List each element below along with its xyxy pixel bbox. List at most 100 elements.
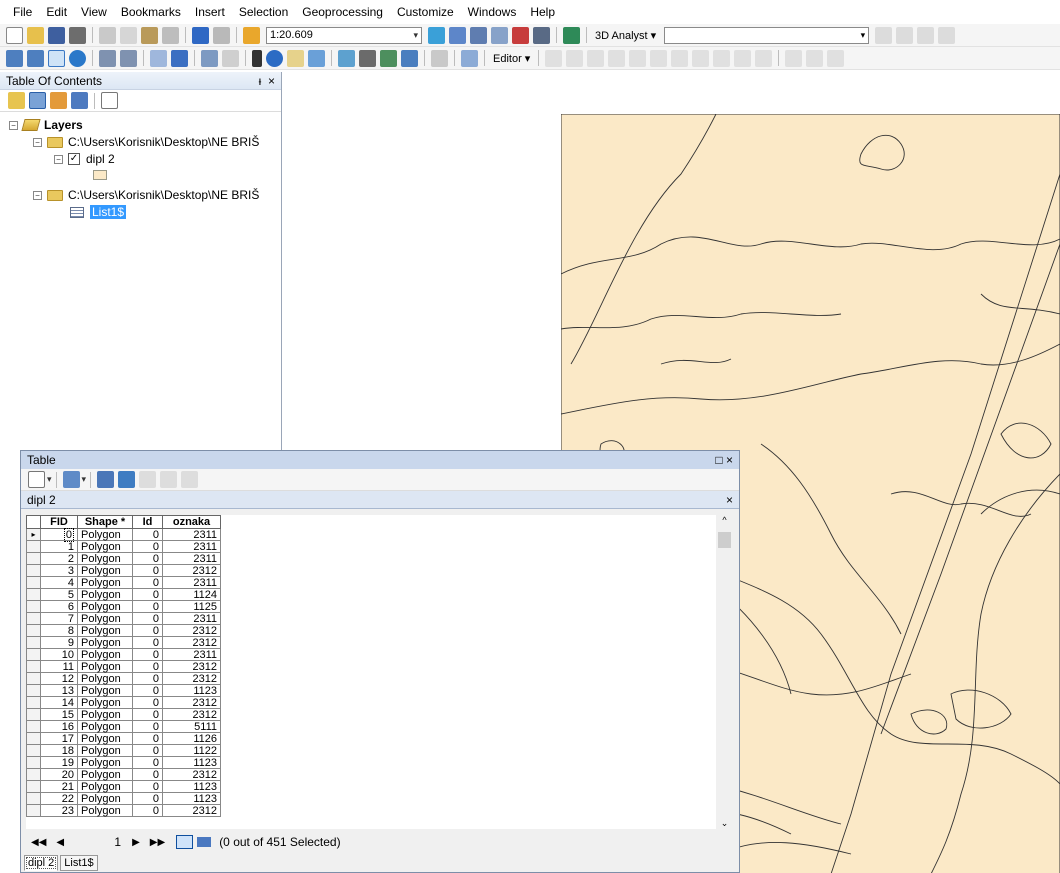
current-record-number[interactable]: 1 [69,835,121,849]
table-row[interactable]: 12 Polygon 0 2312 [26,672,221,685]
list-by-selection-icon[interactable] [71,92,88,109]
oznaka-cell[interactable]: 2312 [162,672,221,685]
menu-item-windows[interactable]: Windows [461,0,524,24]
shape-cell[interactable]: Polygon [77,552,133,565]
menu-item-bookmarks[interactable]: Bookmarks [114,0,188,24]
editor-toolbar-icon[interactable] [428,26,445,44]
fid-cell[interactable]: 12 [40,672,78,685]
row-selector[interactable] [26,588,41,601]
table-row[interactable]: 5 Polygon 0 1124 [26,588,221,601]
table-row[interactable]: 10 Polygon 0 2311 [26,648,221,661]
table-row[interactable]: 3 Polygon 0 2312 [26,564,221,577]
oznaka-cell[interactable]: 1123 [162,684,221,697]
undo-icon[interactable] [192,26,209,44]
oznaka-cell[interactable]: 1125 [162,600,221,613]
id-cell[interactable]: 0 [132,600,163,613]
menu-item-geoprocessing[interactable]: Geoprocessing [295,0,390,24]
shape-cell[interactable]: Polygon [77,804,133,817]
show-all-records-icon[interactable] [176,835,194,849]
id-cell[interactable]: 0 [132,696,163,709]
oznaka-cell[interactable]: 2312 [162,624,221,637]
oznaka-cell[interactable]: 2312 [162,564,221,577]
create-viewer-window-icon[interactable] [461,49,478,67]
id-cell[interactable]: 0 [132,648,163,661]
layer-visibility-checkbox[interactable]: ✓ [68,153,80,165]
table-node-list1[interactable]: List1$ [70,205,127,219]
id-cell[interactable]: 0 [132,756,163,769]
row-selector[interactable] [26,576,41,589]
table-row[interactable]: 14 Polygon 0 2312 [26,696,221,709]
oznaka-cell[interactable]: 2311 [162,528,221,541]
fid-cell[interactable]: 3 [40,564,78,577]
shape-cell[interactable]: Polygon [77,672,133,685]
forward-extent-icon[interactable] [171,49,188,67]
menu-item-edit[interactable]: Edit [39,0,74,24]
catalog-icon[interactable] [470,26,487,44]
table-row[interactable]: 17 Polygon 0 1126 [26,732,221,745]
table-of-contents-icon[interactable] [449,26,466,44]
shape-cell[interactable]: Polygon [77,624,133,637]
measure-icon[interactable] [338,49,355,67]
oznaka-cell[interactable]: 2311 [162,552,221,565]
id-cell[interactable]: 0 [132,708,163,721]
select-by-attributes-icon[interactable] [97,471,115,488]
oznaka-cell[interactable]: 1123 [162,792,221,805]
first-record-icon[interactable]: ◀◀ [31,837,46,848]
switch-selection-icon[interactable] [118,471,136,488]
shape-cell[interactable]: Polygon [77,756,133,769]
table-options-icon[interactable] [28,471,45,488]
row-selector[interactable] [26,564,41,577]
shape-cell[interactable]: Polygon [77,732,133,745]
row-selector[interactable] [26,600,41,613]
hyperlink-icon[interactable] [287,49,304,67]
select-elements-icon[interactable] [252,49,262,67]
shape-cell[interactable]: Polygon [77,720,133,733]
table-row[interactable]: 8 Polygon 0 2312 [26,624,221,637]
fid-cell[interactable]: 15 [40,708,78,721]
paste-icon[interactable] [141,26,158,44]
shape-cell[interactable]: Polygon [77,768,133,781]
table-row[interactable]: 22 Polygon 0 1123 [26,792,221,805]
row-selector[interactable] [26,696,41,709]
id-cell[interactable]: 0 [132,732,163,745]
id-cell[interactable]: 0 [132,576,163,589]
table-row[interactable]: 13 Polygon 0 1123 [26,684,221,697]
new-document-icon[interactable] [6,26,23,44]
close-icon[interactable]: × [726,453,733,467]
fixed-zoom-out-icon[interactable] [120,49,137,67]
oznaka-cell[interactable]: 2311 [162,612,221,625]
column-header[interactable]: Id [132,515,163,529]
menu-item-file[interactable]: File [6,0,39,24]
shape-cell[interactable]: Polygon [77,576,133,589]
row-selector[interactable] [26,684,41,697]
print-icon[interactable] [69,26,86,44]
table-row[interactable]: 20 Polygon 0 2312 [26,768,221,781]
html-popup-icon[interactable] [308,49,325,67]
id-cell[interactable]: 0 [132,744,163,757]
oznaka-cell[interactable]: 1122 [162,744,221,757]
editor-menu[interactable]: Editor ▾ [493,52,530,65]
find-icon[interactable] [359,49,376,67]
id-cell[interactable]: 0 [132,552,163,565]
pin-icon[interactable]: ᵼ [259,74,262,88]
table-row[interactable]: 23 Polygon 0 2312 [26,804,221,817]
id-cell[interactable]: 0 [132,528,163,541]
shape-cell[interactable]: Polygon [77,660,133,673]
row-selector[interactable] [26,720,41,733]
oznaka-cell[interactable]: 2311 [162,648,221,661]
row-selector[interactable] [26,552,41,565]
shape-cell[interactable]: Polygon [77,780,133,793]
collapse-icon[interactable]: − [54,154,63,164]
fid-cell[interactable]: 0 [40,527,78,542]
shape-cell[interactable]: Polygon [77,588,133,601]
row-selector[interactable] [26,744,41,757]
modelbuilder-icon[interactable] [563,26,580,44]
shape-cell[interactable]: Polygon [77,540,133,553]
shape-cell[interactable]: Polygon [77,612,133,625]
show-selected-records-icon[interactable] [197,837,212,847]
row-selector[interactable] [26,756,41,769]
current-row-indicator-icon[interactable]: ▸ [26,528,41,541]
oznaka-cell[interactable]: 1124 [162,588,221,601]
layers-node[interactable]: − Layers [9,118,83,132]
3d-analyst-menu[interactable]: 3D Analyst ▾ [595,29,656,42]
